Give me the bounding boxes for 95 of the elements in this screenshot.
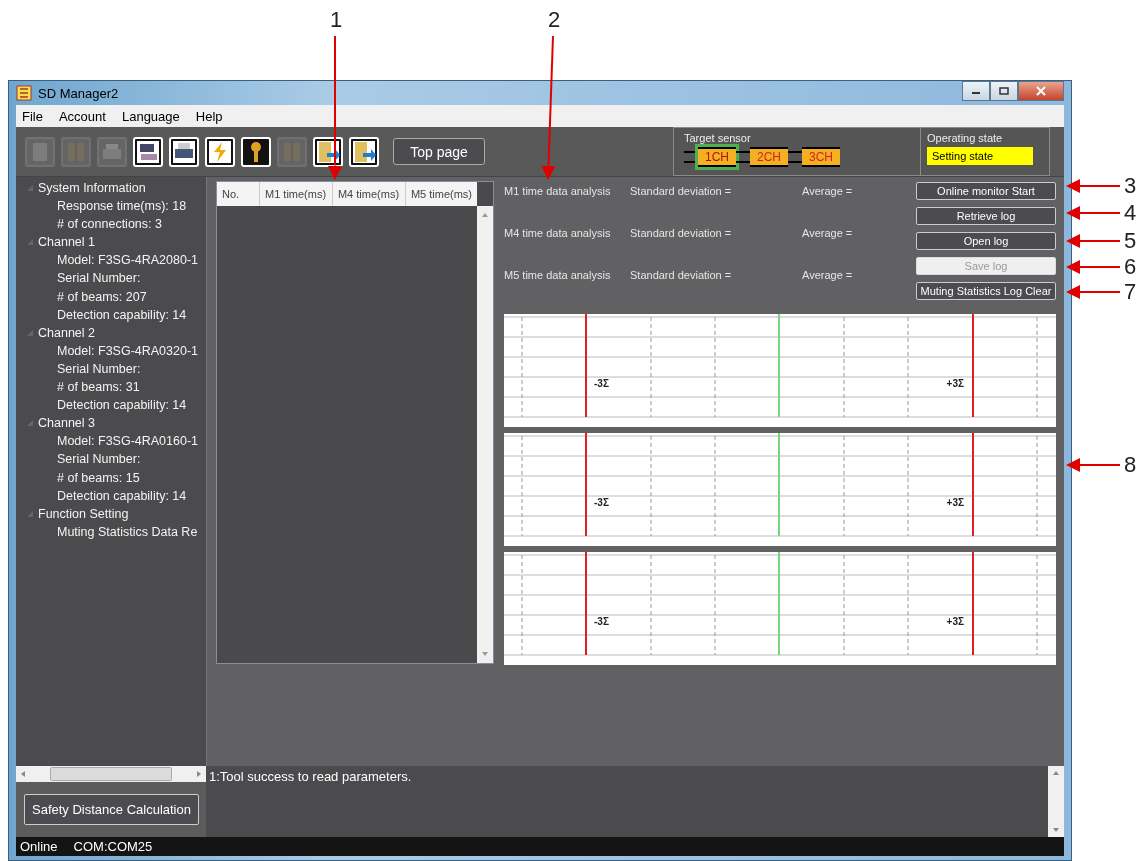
tree-item[interactable]: Model: F3SG-4RA0320-1 [16, 341, 206, 360]
analysis-label: M4 time data analysis [504, 226, 612, 241]
maximize-button[interactable] [990, 81, 1018, 101]
tree-item[interactable]: Channel 1 [38, 235, 95, 250]
expand-icon[interactable] [26, 509, 34, 518]
callout-number: 2 [548, 8, 561, 32]
upper-sigma-label: +3Σ [946, 378, 964, 389]
callout-number: 8 [1124, 453, 1137, 477]
action-button[interactable]: Retrieve log [916, 207, 1056, 225]
status-text: COM:COM25 [73, 839, 153, 854]
close-icon [1035, 86, 1047, 96]
callout-arrow [1066, 458, 1121, 472]
log-line: 1:Tool success to read parameters. [209, 769, 413, 784]
callout-number: 4 [1124, 201, 1137, 225]
app-icon [16, 85, 32, 101]
tree-item[interactable]: Detection capability: 14 [16, 305, 206, 324]
std-deviation-label: Standard deviation = [630, 268, 733, 283]
average-label: Average = [802, 226, 854, 241]
tree-item[interactable]: Function Setting [38, 506, 129, 521]
menu-item[interactable]: Language [121, 108, 180, 124]
lower-sigma-label: -3Σ [594, 497, 609, 508]
tree-item[interactable]: Channel 2 [38, 325, 95, 340]
callout-number: 3 [1124, 174, 1137, 198]
expand-icon[interactable] [26, 238, 34, 247]
scroll-right-icon[interactable] [196, 770, 202, 778]
status-text: Online [20, 839, 58, 854]
expand-icon[interactable] [26, 184, 34, 193]
upper-sigma-label: +3Σ [946, 616, 964, 627]
callout-arrow [1066, 206, 1121, 220]
horizontal-scrollbar[interactable] [16, 766, 206, 782]
operating-state-value: Setting state [927, 147, 1033, 165]
minimize-button[interactable] [962, 81, 990, 101]
scrollbar[interactable] [477, 206, 493, 663]
menu-item[interactable]: Help [195, 108, 223, 124]
scroll-up-icon[interactable] [1052, 770, 1060, 776]
expand-icon[interactable] [26, 328, 34, 337]
window-title: SD Manager2 [38, 85, 119, 101]
tree-item[interactable]: Model: F3SG-4RA0160-1 [16, 432, 206, 451]
analysis-label: M5 time data analysis [504, 268, 612, 283]
callout-arrow [1066, 179, 1121, 193]
average-label: Average = [802, 184, 854, 199]
std-deviation-label: Standard deviation = [630, 184, 733, 199]
callout-arrow [1066, 285, 1121, 299]
menu-item[interactable]: File [22, 108, 43, 124]
tree-item[interactable]: Detection capability: 14 [16, 486, 206, 505]
tree-item[interactable]: # of connections: 3 [16, 215, 206, 234]
lightning-icon[interactable] [205, 136, 235, 167]
top-page-button[interactable]: Top page [393, 138, 485, 165]
tree-item[interactable]: Muting Statistics Data Re [16, 522, 206, 541]
average-label: Average = [802, 268, 854, 283]
tree-item[interactable]: # of beams: 207 [16, 287, 206, 306]
menu-item[interactable]: Account [58, 108, 106, 124]
safety-distance-button[interactable]: Safety Distance Calculation [24, 794, 199, 825]
tree-item[interactable]: Response time(ms): 18 [16, 197, 206, 216]
tree-item[interactable]: # of beams: 15 [16, 468, 206, 487]
target-sensor-label: Target sensor [684, 132, 752, 144]
tree-item[interactable]: Serial Number: [16, 450, 206, 469]
column-header[interactable]: M5 time(ms) [405, 182, 477, 206]
std-deviation-label: Standard deviation = [630, 226, 733, 241]
tree-item[interactable]: System Information [38, 181, 146, 196]
callout-number: 1 [330, 8, 343, 32]
channel-tab[interactable]: 1CH [698, 147, 736, 167]
column-header[interactable]: M1 time(ms) [260, 182, 333, 206]
tree-item[interactable]: # of beams: 31 [16, 378, 206, 397]
scroll-down-icon[interactable] [481, 651, 489, 657]
computer-icon[interactable] [133, 136, 163, 167]
expand-icon[interactable] [26, 419, 34, 428]
callout-number: 7 [1124, 280, 1137, 304]
column-header[interactable]: M4 time(ms) [332, 182, 406, 206]
scroll-thumb[interactable] [50, 767, 172, 781]
action-button[interactable]: Muting Statistics Log Clear [916, 282, 1056, 300]
lower-sigma-label: -3Σ [594, 616, 609, 627]
tree-item[interactable]: Detection capability: 14 [16, 396, 206, 415]
scroll-left-icon[interactable] [20, 770, 26, 778]
analysis-label: M1 time data analysis [504, 184, 612, 199]
action-button[interactable]: Online monitor Start [916, 182, 1056, 200]
tree-item[interactable]: Serial Number: [16, 359, 206, 379]
callout-arrow [1066, 260, 1121, 274]
tree-item[interactable]: Channel 3 [38, 416, 95, 431]
lower-sigma-label: -3Σ [594, 378, 609, 389]
upper-sigma-label: +3Σ [946, 497, 964, 508]
scrollbar[interactable] [1048, 766, 1064, 837]
callout-number: 5 [1124, 229, 1137, 253]
scroll-up-icon[interactable] [481, 212, 489, 218]
callout-number: 6 [1124, 255, 1137, 279]
close-button[interactable] [1018, 81, 1064, 101]
key-icon[interactable] [241, 136, 271, 167]
callout-arrow [1066, 234, 1121, 248]
action-button[interactable]: Open log [916, 232, 1056, 250]
tree-item[interactable]: Model: F3SG-4RA2080-1 [16, 251, 206, 270]
scroll-down-icon[interactable] [1052, 827, 1060, 833]
operating-state-label: Operating state [927, 132, 1004, 144]
maximize-icon [999, 87, 1009, 95]
tree-item[interactable]: Serial Number: [16, 269, 206, 288]
column-header[interactable]: No. [217, 182, 260, 206]
